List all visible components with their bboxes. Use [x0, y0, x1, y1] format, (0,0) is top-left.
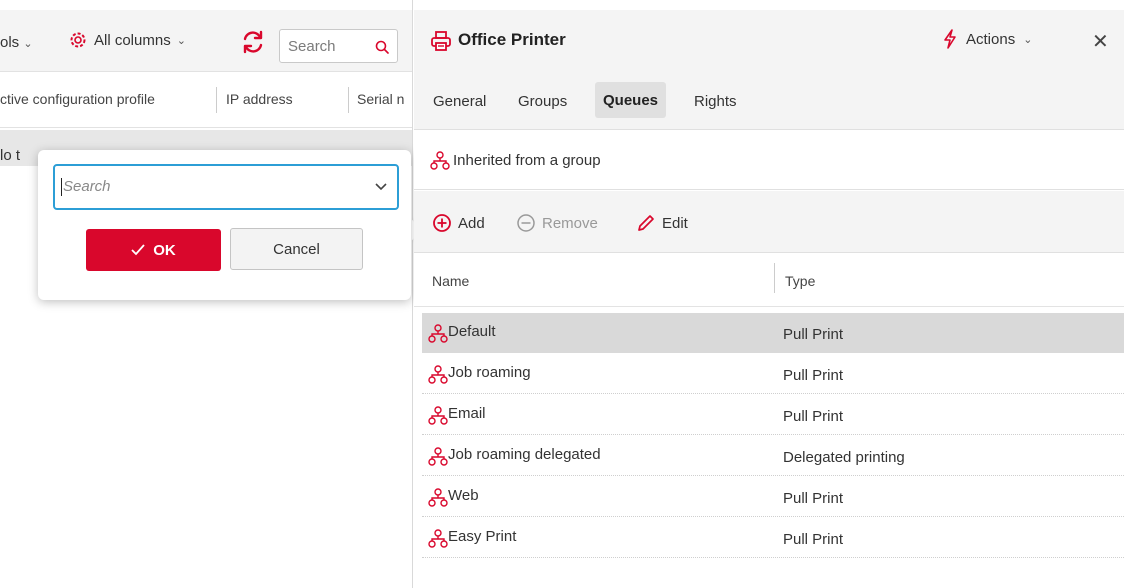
chevron-down-icon: ⌄ [23, 38, 33, 50]
column-header-serial[interactable]: Serial n [357, 91, 412, 107]
chevron-down-icon: ⌄ [176, 34, 186, 47]
ok-button[interactable]: OK [86, 229, 221, 271]
printer-icon [431, 31, 451, 51]
table-row[interactable]: Email Pull Print [422, 395, 1124, 435]
column-header-ip-address[interactable]: IP address [226, 91, 336, 107]
remove-icon [517, 214, 535, 232]
queue-type: Pull Print [783, 490, 844, 507]
add-button[interactable]: Add [432, 213, 485, 233]
tools-menu[interactable]: ols ⌄ [0, 34, 33, 51]
tab-queues[interactable]: Queues [595, 82, 667, 118]
queue-name: Easy Print [448, 528, 517, 545]
lightning-icon [944, 29, 956, 49]
column-header-type[interactable]: Type [785, 273, 815, 289]
tab-groups[interactable]: Groups [518, 93, 567, 110]
chevron-down-icon: ⌄ [1023, 33, 1033, 46]
detail-title: Office Printer [458, 30, 566, 49]
refresh-icon [243, 30, 263, 54]
text-caret [61, 178, 62, 196]
pencil-icon [638, 215, 654, 231]
queue-actions-bar: Add Remove Edit [414, 191, 1124, 253]
queue-type: Pull Print [783, 408, 844, 425]
detail-title-bar: Office Printer Actions ⌄ ✕ [414, 10, 1124, 72]
column-resize-handle[interactable] [774, 263, 775, 293]
search-icon [375, 40, 389, 54]
group-hierarchy-icon [430, 151, 450, 170]
column-resize-handle[interactable] [216, 87, 217, 113]
tab-general[interactable]: General [433, 93, 486, 110]
columns-gear-icon [70, 32, 86, 48]
list-search-input[interactable]: Search [279, 29, 398, 63]
queue-icon [428, 406, 448, 430]
list-toolbar: ols ⌄ All columns ⌄ Search [0, 10, 412, 72]
refresh-button[interactable] [240, 29, 266, 59]
table-row[interactable]: Web Pull Print [422, 477, 1124, 517]
actions-menu[interactable]: Actions ⌄ [942, 29, 1032, 49]
queue-type: Delegated printing [783, 449, 905, 466]
queue-name: Email [448, 405, 486, 422]
table-row[interactable]: Easy Print Pull Print [422, 518, 1124, 558]
close-button[interactable]: ✕ [1092, 29, 1109, 54]
cancel-button[interactable]: Cancel [230, 228, 363, 270]
table-row[interactable]: Job roaming Pull Print [422, 354, 1124, 394]
columns-menu[interactable]: All columns ⌄ [68, 30, 186, 50]
queue-type: Pull Print [783, 531, 844, 548]
queue-name: Job roaming [448, 364, 531, 381]
column-header-name[interactable]: Name [432, 273, 469, 289]
queue-icon [428, 324, 448, 348]
app-window: ols ⌄ All columns ⌄ Search ctive configu… [0, 0, 1124, 588]
queue-select-popup: Search OK Cancel [38, 150, 411, 300]
queue-icon [428, 365, 448, 389]
queue-search-combobox[interactable]: Search [53, 164, 399, 210]
inherited-info: Inherited from a group [414, 130, 1124, 190]
column-resize-handle[interactable] [348, 87, 349, 113]
queue-type: Pull Print [783, 367, 844, 384]
queues-table-header: Name Type [414, 253, 1124, 307]
remove-button[interactable]: Remove [516, 213, 598, 233]
queue-icon [428, 529, 448, 553]
table-row[interactable]: Job roaming delegated Delegated printing [422, 436, 1124, 476]
tab-rights[interactable]: Rights [694, 93, 737, 110]
chevron-down-icon[interactable] [375, 183, 387, 191]
printer-detail-pane: Office Printer Actions ⌄ ✕ General Group… [414, 0, 1124, 588]
edit-button[interactable]: Edit [636, 213, 688, 233]
checkmark-icon [131, 244, 145, 256]
queue-icon [428, 447, 448, 471]
detail-tabs: General Groups Queues Rights [414, 72, 1124, 130]
queue-type: Pull Print [783, 326, 844, 343]
table-row[interactable]: Default Pull Print [422, 313, 1124, 353]
queue-icon [428, 488, 448, 512]
add-icon [433, 214, 451, 232]
list-column-headers: ctive configuration profile IP address S… [0, 72, 412, 128]
queue-name: Job roaming delegated [448, 446, 601, 463]
queue-name: Web [448, 487, 479, 504]
queue-name: Default [448, 323, 496, 340]
column-header-config-profile[interactable]: ctive configuration profile [0, 91, 205, 107]
